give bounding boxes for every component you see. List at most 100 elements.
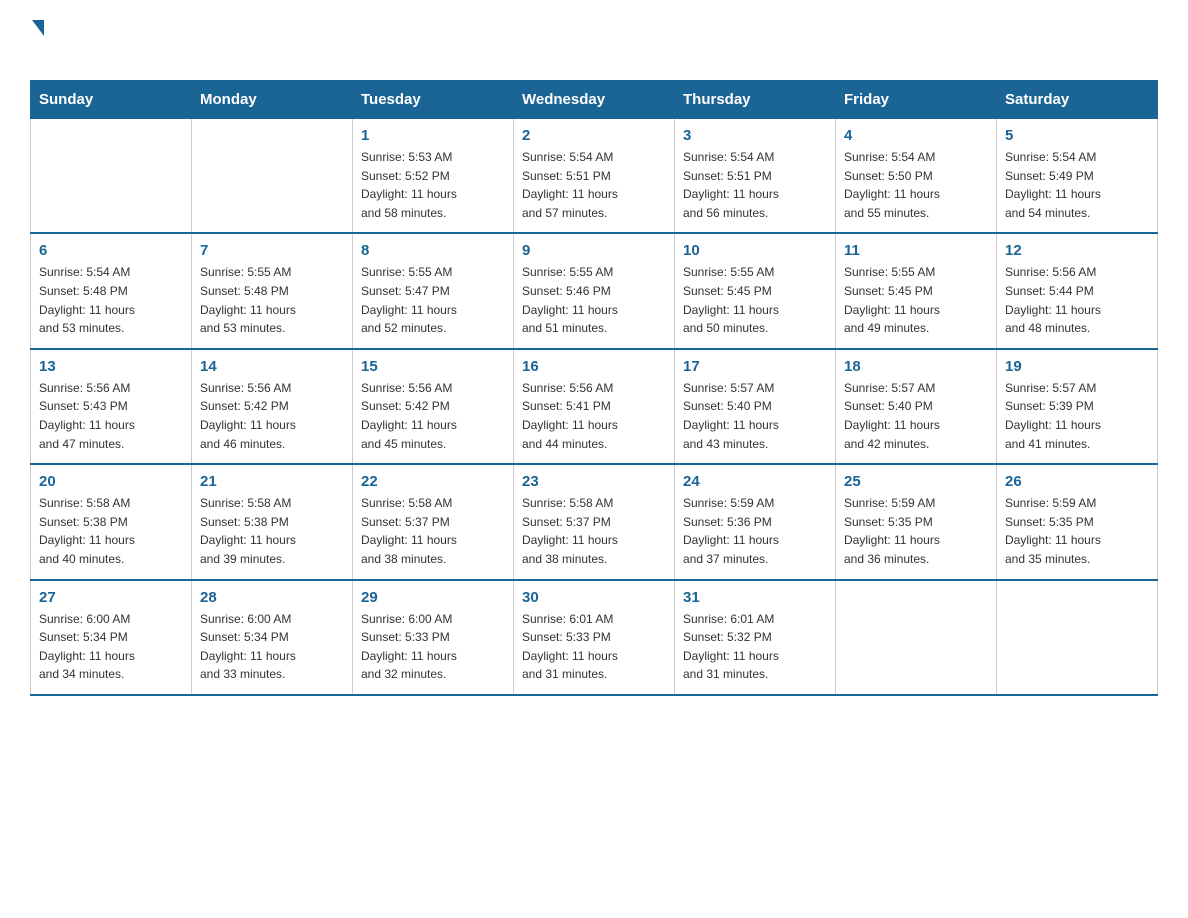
logo-text [30, 20, 44, 38]
day-number: 13 [39, 358, 183, 375]
day-number: 12 [1005, 242, 1149, 259]
day-info: Sunrise: 6:00 AMSunset: 5:33 PMDaylight:… [361, 610, 505, 684]
calendar-cell: 3 Sunrise: 5:54 AMSunset: 5:51 PMDaylight… [675, 119, 836, 234]
calendar-cell: 22 Sunrise: 5:58 AMSunset: 5:37 PMDayligh… [353, 464, 514, 579]
day-info: Sunrise: 6:00 AMSunset: 5:34 PMDaylight:… [200, 610, 344, 684]
day-number: 10 [683, 242, 827, 259]
calendar-cell: 29 Sunrise: 6:00 AMSunset: 5:33 PMDayligh… [353, 580, 514, 695]
day-info: Sunrise: 5:56 AMSunset: 5:43 PMDaylight:… [39, 379, 183, 453]
logo-arrow-icon [32, 20, 44, 36]
day-info: Sunrise: 5:59 AMSunset: 5:36 PMDaylight:… [683, 494, 827, 568]
day-info: Sunrise: 5:55 AMSunset: 5:46 PMDaylight:… [522, 263, 666, 337]
calendar-cell [836, 580, 997, 695]
calendar-cell: 4 Sunrise: 5:54 AMSunset: 5:50 PMDaylight… [836, 119, 997, 234]
day-info: Sunrise: 5:59 AMSunset: 5:35 PMDaylight:… [844, 494, 988, 568]
calendar-header-row: SundayMondayTuesdayWednesdayThursdayFrid… [31, 81, 1158, 119]
day-number: 21 [200, 473, 344, 490]
day-number: 11 [844, 242, 988, 259]
day-number: 26 [1005, 473, 1149, 490]
day-info: Sunrise: 5:56 AMSunset: 5:42 PMDaylight:… [200, 379, 344, 453]
calendar-cell: 17 Sunrise: 5:57 AMSunset: 5:40 PMDayligh… [675, 349, 836, 464]
day-number: 17 [683, 358, 827, 375]
calendar-cell: 28 Sunrise: 6:00 AMSunset: 5:34 PMDayligh… [192, 580, 353, 695]
column-header-thursday: Thursday [675, 81, 836, 119]
calendar-cell: 12 Sunrise: 5:56 AMSunset: 5:44 PMDayligh… [997, 233, 1158, 348]
day-number: 9 [522, 242, 666, 259]
day-info: Sunrise: 5:55 AMSunset: 5:45 PMDaylight:… [683, 263, 827, 337]
day-number: 30 [522, 589, 666, 606]
calendar-cell: 26 Sunrise: 5:59 AMSunset: 5:35 PMDayligh… [997, 464, 1158, 579]
day-number: 14 [200, 358, 344, 375]
calendar-cell [192, 119, 353, 234]
calendar-cell: 25 Sunrise: 5:59 AMSunset: 5:35 PMDayligh… [836, 464, 997, 579]
column-header-tuesday: Tuesday [353, 81, 514, 119]
day-info: Sunrise: 5:59 AMSunset: 5:35 PMDaylight:… [1005, 494, 1149, 568]
day-info: Sunrise: 5:57 AMSunset: 5:40 PMDaylight:… [844, 379, 988, 453]
day-info: Sunrise: 5:56 AMSunset: 5:44 PMDaylight:… [1005, 263, 1149, 337]
calendar-cell: 8Sunrise: 5:55 AMSunset: 5:47 PMDaylight… [353, 233, 514, 348]
calendar-cell [997, 580, 1158, 695]
calendar-cell: 30 Sunrise: 6:01 AMSunset: 5:33 PMDayligh… [514, 580, 675, 695]
day-info: Sunrise: 5:54 AMSunset: 5:51 PMDaylight:… [522, 148, 666, 222]
day-info: Sunrise: 6:01 AMSunset: 5:33 PMDaylight:… [522, 610, 666, 684]
column-header-sunday: Sunday [31, 81, 192, 119]
calendar-cell: 27 Sunrise: 6:00 AMSunset: 5:34 PMDayligh… [31, 580, 192, 695]
logo: General [30, 20, 114, 64]
day-number: 28 [200, 589, 344, 606]
calendar-cell: 23Sunrise: 5:58 AMSunset: 5:37 PMDayligh… [514, 464, 675, 579]
calendar-cell: 7Sunrise: 5:55 AMSunset: 5:48 PMDaylight… [192, 233, 353, 348]
calendar-cell: 19 Sunrise: 5:57 AMSunset: 5:39 PMDayligh… [997, 349, 1158, 464]
calendar-cell: 16 Sunrise: 5:56 AMSunset: 5:41 PMDayligh… [514, 349, 675, 464]
day-number: 27 [39, 589, 183, 606]
page-header: General [30, 20, 1158, 64]
day-number: 8 [361, 242, 505, 259]
day-number: 29 [361, 589, 505, 606]
day-info: Sunrise: 5:58 AMSunset: 5:38 PMDaylight:… [200, 494, 344, 568]
week-row-5: 27 Sunrise: 6:00 AMSunset: 5:34 PMDayligh… [31, 580, 1158, 695]
day-info: Sunrise: 5:54 AMSunset: 5:48 PMDaylight:… [39, 263, 183, 337]
day-number: 6 [39, 242, 183, 259]
calendar-cell: 20 Sunrise: 5:58 AMSunset: 5:38 PMDayligh… [31, 464, 192, 579]
day-info: Sunrise: 5:56 AMSunset: 5:42 PMDaylight:… [361, 379, 505, 453]
day-number: 7 [200, 242, 344, 259]
day-number: 19 [1005, 358, 1149, 375]
day-info: Sunrise: 5:56 AMSunset: 5:41 PMDaylight:… [522, 379, 666, 453]
day-info: Sunrise: 5:58 AMSunset: 5:38 PMDaylight:… [39, 494, 183, 568]
calendar-cell: 11 Sunrise: 5:55 AMSunset: 5:45 PMDayligh… [836, 233, 997, 348]
calendar-cell: 10 Sunrise: 5:55 AMSunset: 5:45 PMDayligh… [675, 233, 836, 348]
day-info: Sunrise: 5:58 AMSunset: 5:37 PMDaylight:… [361, 494, 505, 568]
day-number: 2 [522, 127, 666, 144]
day-number: 1 [361, 127, 505, 144]
calendar-table: SundayMondayTuesdayWednesdayThursdayFrid… [30, 80, 1158, 696]
week-row-2: 6 Sunrise: 5:54 AMSunset: 5:48 PMDaylight… [31, 233, 1158, 348]
day-info: Sunrise: 5:55 AMSunset: 5:45 PMDaylight:… [844, 263, 988, 337]
column-header-monday: Monday [192, 81, 353, 119]
column-header-saturday: Saturday [997, 81, 1158, 119]
day-number: 4 [844, 127, 988, 144]
calendar-cell: 6 Sunrise: 5:54 AMSunset: 5:48 PMDaylight… [31, 233, 192, 348]
week-row-1: 1 Sunrise: 5:53 AMSunset: 5:52 PMDaylight… [31, 119, 1158, 234]
day-number: 24 [683, 473, 827, 490]
day-number: 3 [683, 127, 827, 144]
day-number: 5 [1005, 127, 1149, 144]
day-number: 15 [361, 358, 505, 375]
day-number: 18 [844, 358, 988, 375]
calendar-cell: 15 Sunrise: 5:56 AMSunset: 5:42 PMDayligh… [353, 349, 514, 464]
calendar-cell [31, 119, 192, 234]
day-info: Sunrise: 5:53 AMSunset: 5:52 PMDaylight:… [361, 148, 505, 222]
day-info: Sunrise: 5:54 AMSunset: 5:50 PMDaylight:… [844, 148, 988, 222]
day-number: 20 [39, 473, 183, 490]
day-info: Sunrise: 5:58 AMSunset: 5:37 PMDaylight:… [522, 494, 666, 568]
day-info: Sunrise: 5:57 AMSunset: 5:39 PMDaylight:… [1005, 379, 1149, 453]
day-info: Sunrise: 5:54 AMSunset: 5:51 PMDaylight:… [683, 148, 827, 222]
day-number: 25 [844, 473, 988, 490]
day-info: Sunrise: 5:57 AMSunset: 5:40 PMDaylight:… [683, 379, 827, 453]
calendar-cell: 18 Sunrise: 5:57 AMSunset: 5:40 PMDayligh… [836, 349, 997, 464]
day-number: 16 [522, 358, 666, 375]
calendar-cell: 31Sunrise: 6:01 AMSunset: 5:32 PMDayligh… [675, 580, 836, 695]
day-info: Sunrise: 6:00 AMSunset: 5:34 PMDaylight:… [39, 610, 183, 684]
day-number: 22 [361, 473, 505, 490]
calendar-cell: 13 Sunrise: 5:56 AMSunset: 5:43 PMDayligh… [31, 349, 192, 464]
calendar-cell: 2 Sunrise: 5:54 AMSunset: 5:51 PMDaylight… [514, 119, 675, 234]
day-info: Sunrise: 5:54 AMSunset: 5:49 PMDaylight:… [1005, 148, 1149, 222]
